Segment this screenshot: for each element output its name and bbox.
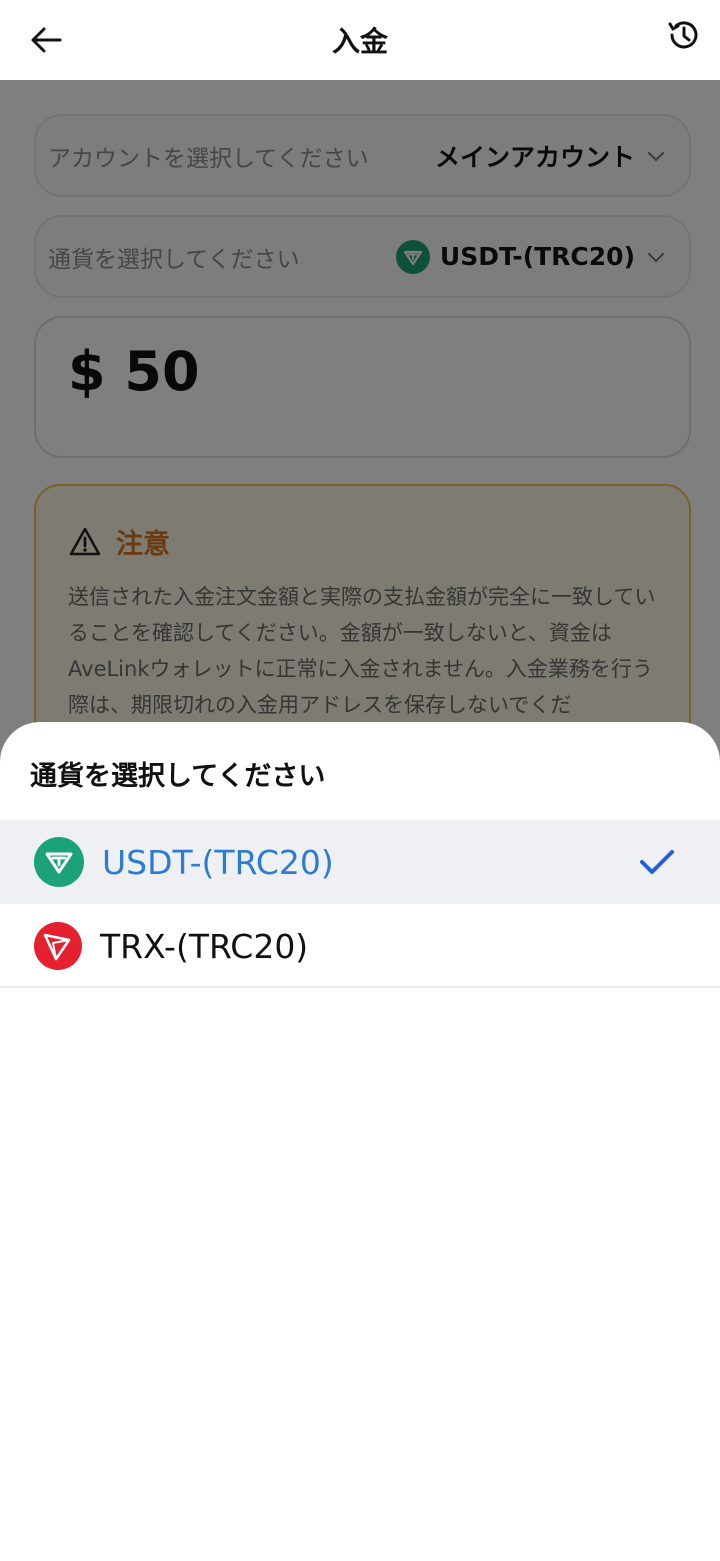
currency-option-trx[interactable]: TRX-(TRC20) xyxy=(0,904,720,988)
checkmark-icon xyxy=(637,842,677,882)
tron-icon xyxy=(34,922,82,970)
deposit-page: 入金 アカウントを選択してください メインアカウント 通貨を選択してください xyxy=(0,0,720,1561)
currency-option-usdt[interactable]: USDT-(TRC20) xyxy=(0,820,720,904)
currency-picker-sheet: 通貨を選択してください USDT-(TRC20) TRX-(TRC20) xyxy=(0,722,720,1561)
app-header: 入金 xyxy=(0,0,720,80)
sheet-title: 通貨を選択してください xyxy=(30,761,326,792)
arrow-left-icon xyxy=(31,27,62,53)
back-button[interactable] xyxy=(26,20,66,60)
currency-option-label: USDT-(TRC20) xyxy=(102,842,334,882)
tether-icon xyxy=(34,837,84,887)
list-divider xyxy=(0,986,720,988)
history-button[interactable] xyxy=(662,14,704,56)
page-title: 入金 xyxy=(331,25,388,58)
currency-option-label: TRX-(TRC20) xyxy=(100,926,309,966)
history-icon xyxy=(668,21,698,49)
